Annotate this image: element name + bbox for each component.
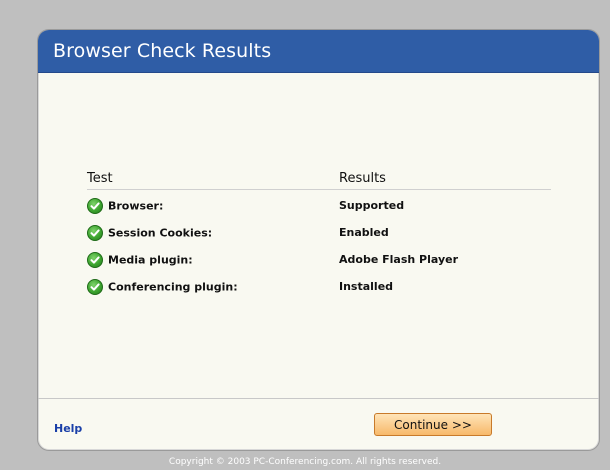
table-row: Media plugin: Adobe Flash Player (87, 246, 551, 273)
help-link[interactable]: Help (54, 422, 82, 435)
check-circle-icon (87, 197, 103, 214)
result-cell: Supported (339, 199, 405, 212)
test-name: Conferencing plugin: (108, 280, 238, 293)
test-cell: Browser: (87, 190, 339, 220)
result-cell: Installed (339, 280, 394, 293)
continue-button[interactable]: Continue >> (374, 413, 492, 436)
check-circle-icon (87, 278, 103, 295)
test-name: Session Cookies: (108, 226, 213, 239)
table-row: Session Cookies: Enabled (87, 219, 551, 246)
footer: Help Continue >> (38, 398, 599, 450)
table-row: Conferencing plugin: Installed (87, 273, 551, 300)
test-cell: Media plugin: (87, 246, 339, 273)
browser-check-panel: Browser Check Results Test Results Brows… (37, 29, 600, 451)
check-circle-icon (87, 224, 103, 241)
result-cell: Adobe Flash Player (339, 253, 458, 266)
table-row: Browser: Supported (87, 190, 551, 220)
result-cell: Enabled (339, 226, 389, 239)
copyright-text: Copyright © 2003 PC-Conferencing.com. Al… (168, 457, 442, 467)
test-cell: Conferencing plugin: (87, 273, 339, 300)
title-bar: Browser Check Results (38, 30, 599, 73)
page-title: Browser Check Results (53, 40, 272, 62)
table-header-row: Test Results (87, 170, 551, 190)
column-header-test: Test (87, 170, 339, 190)
test-name: Media plugin: (108, 253, 193, 266)
check-circle-icon (87, 251, 103, 268)
column-header-results: Results (339, 170, 551, 190)
results-table: Test Results Browser: Supported Session … (87, 170, 551, 300)
test-name: Browser: (108, 199, 164, 212)
test-cell: Session Cookies: (87, 219, 339, 246)
